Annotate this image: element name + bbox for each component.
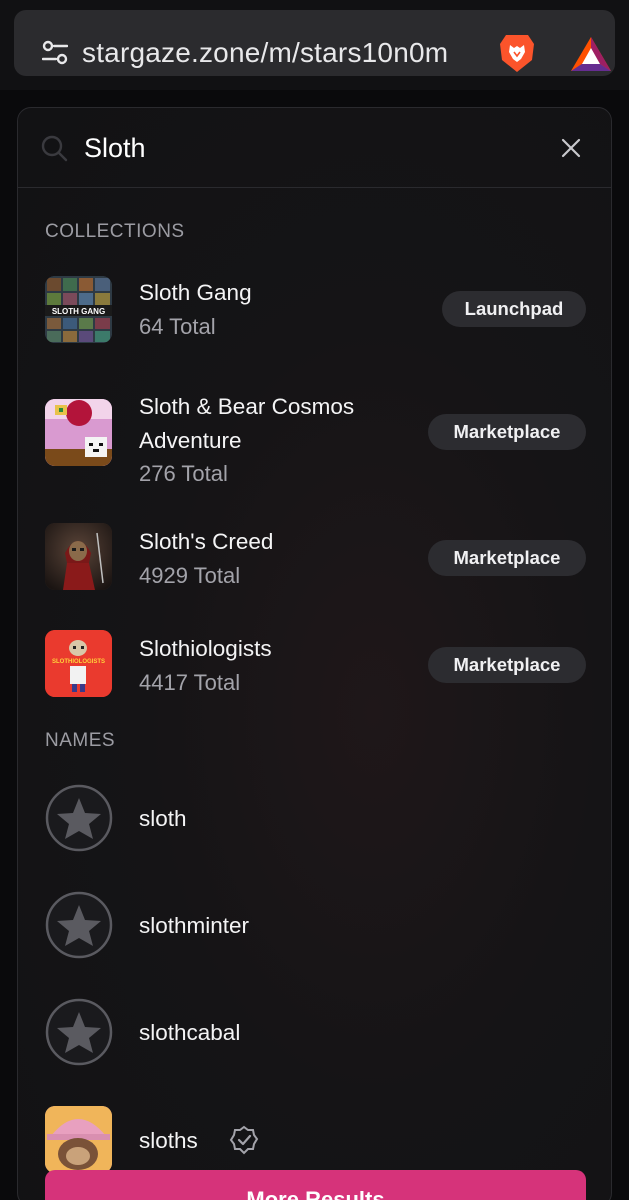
collection-row-sloth-bear[interactable]: Sloth & Bear Cosmos Adventure 276 Total … (18, 380, 611, 490)
verified-badge-icon (229, 1125, 259, 1155)
name-label: slothminter (139, 913, 250, 938)
name-label: sloths (139, 1128, 198, 1153)
bat-triangle-icon[interactable] (570, 36, 612, 72)
sloths-avatar (45, 1106, 112, 1173)
brave-lion-icon[interactable] (498, 32, 536, 74)
close-icon[interactable] (561, 138, 581, 158)
sloth-gang-thumb-text: SLOTH GANG (52, 307, 105, 316)
name-label: sloth (139, 806, 187, 831)
collection-name-line2: Adventure (139, 428, 242, 453)
marketplace-badge[interactable]: Marketplace (428, 540, 586, 576)
star-avatar-icon (45, 998, 113, 1066)
collection-name: Sloth's Creed (139, 529, 274, 554)
name-row-sloth[interactable]: sloth (18, 778, 611, 858)
search-input[interactable] (84, 128, 524, 168)
collection-thumbnail (45, 399, 112, 466)
collection-total: 4417 Total (139, 670, 241, 695)
collection-thumbnail: SLOTH GANG (45, 276, 112, 343)
collection-name: Slothiologists (139, 636, 272, 661)
tune-icon[interactable] (42, 40, 68, 66)
marketplace-badge[interactable]: Marketplace (428, 647, 586, 683)
collection-row-sloth-gang[interactable]: SLOTH GANG Sloth Gang 64 Total Launchpad (18, 268, 611, 368)
star-avatar-icon (45, 891, 113, 959)
collection-thumbnail: SLOTHIOLOGISTS (45, 630, 112, 697)
name-row-slothcabal[interactable]: slothcabal (18, 992, 611, 1072)
star-avatar-icon (45, 784, 113, 852)
collection-total: 276 Total (139, 461, 228, 486)
name-row-sloths[interactable]: sloths (18, 1098, 611, 1173)
search-bar (18, 108, 611, 188)
names-heading: NAMES (45, 730, 116, 751)
address-bar[interactable]: stargaze.zone/m/stars10n0m (14, 10, 615, 76)
collection-total: 4929 Total (139, 563, 241, 588)
collection-name: Sloth Gang (139, 280, 252, 305)
search-icon (41, 135, 68, 162)
collections-heading: COLLECTIONS (45, 221, 185, 242)
collection-name-line1: Sloth & Bear Cosmos (139, 394, 355, 419)
collection-total: 64 Total (139, 314, 216, 339)
collection-row-slothiologists[interactable]: SLOTHIOLOGISTS Slothiologists 4417 Total… (18, 620, 611, 715)
slothiologists-thumb-text: SLOTHIOLOGISTS (52, 659, 105, 665)
name-row-slothminter[interactable]: slothminter (18, 885, 611, 965)
launchpad-badge[interactable]: Launchpad (442, 291, 586, 327)
search-results-panel: COLLECTIONS SLOTH GANG Sloth Gang 64 Tot… (17, 107, 612, 1200)
marketplace-badge[interactable]: Marketplace (428, 414, 586, 450)
browser-toolbar: stargaze.zone/m/stars10n0m (0, 0, 629, 90)
name-label: slothcabal (139, 1020, 241, 1045)
collection-thumbnail (45, 523, 112, 590)
more-results-button[interactable]: More Results (45, 1170, 586, 1200)
collection-row-sloths-creed[interactable]: Sloth's Creed 4929 Total Marketplace (18, 513, 611, 608)
url-text[interactable]: stargaze.zone/m/stars10n0m (82, 37, 480, 71)
